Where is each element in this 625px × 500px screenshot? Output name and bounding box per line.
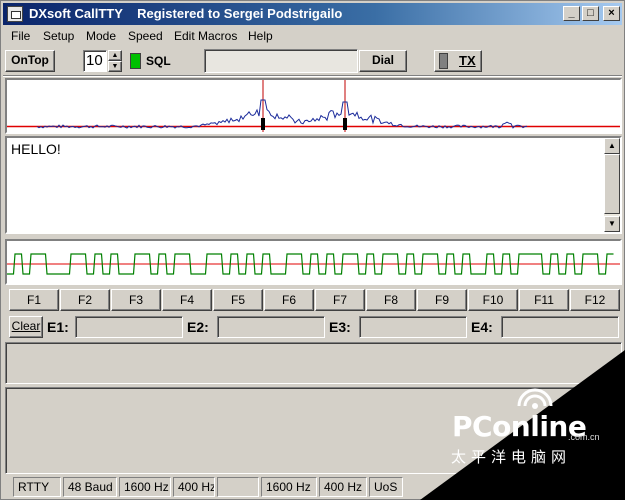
e3-label: E3: <box>329 319 351 335</box>
f12-button[interactable]: F12 <box>570 289 620 311</box>
menu-speed[interactable]: Speed <box>128 29 163 43</box>
status-empty <box>217 477 259 497</box>
f3-button[interactable]: F3 <box>111 289 161 311</box>
pconline-logo-icon <box>517 388 553 409</box>
scroll-thumb[interactable] <box>604 154 620 214</box>
e2-label: E2: <box>187 319 209 335</box>
status-baud: 48 Baud <box>63 477 117 497</box>
menu-bar: File Setup Mode Speed Edit Macros Help <box>3 26 622 46</box>
spectrum-trace <box>36 99 528 129</box>
f7-button[interactable]: F7 <box>315 289 365 311</box>
toolbar-divider <box>3 75 622 77</box>
receive-text: HELLO! <box>11 141 61 157</box>
receive-text-window[interactable]: HELLO! ▲ ▼ <box>5 136 622 234</box>
f6-button[interactable]: F6 <box>264 289 314 311</box>
menu-edit-macros[interactable]: Edit Macros <box>174 29 237 43</box>
transmit-buffer-upper[interactable] <box>5 342 622 384</box>
status-shift: 400 Hz <box>173 477 215 497</box>
squelch-level-field[interactable]: 10 <box>83 50 107 72</box>
status-mark-freq: 1600 Hz <box>119 477 171 497</box>
f10-button[interactable]: F10 <box>468 289 518 311</box>
app-icon[interactable] <box>7 6 23 22</box>
baseband-graph <box>7 253 620 275</box>
receive-scrollbar[interactable]: ▲ ▼ <box>604 138 620 232</box>
maximize-button[interactable]: □ <box>582 6 599 21</box>
status-uos: UoS <box>369 477 403 497</box>
f11-button[interactable]: F11 <box>519 289 569 311</box>
f4-button[interactable]: F4 <box>162 289 212 311</box>
call-display-field[interactable] <box>204 49 358 73</box>
tx-button[interactable]: TX <box>434 50 482 72</box>
e2-field[interactable] <box>217 316 325 338</box>
e1-label: E1: <box>47 319 69 335</box>
f5-button[interactable]: F5 <box>213 289 263 311</box>
mark-tick <box>261 118 265 130</box>
watermark-domain: .com.cn <box>568 432 600 442</box>
watermark-chinese: 太平洋电脑网 <box>451 448 572 466</box>
spectrum-display[interactable] <box>5 78 622 134</box>
spectrum-graph <box>7 80 620 132</box>
watermark-brand: PConline <box>452 410 587 443</box>
space-tick <box>343 118 347 130</box>
status-tx-mark-freq: 1600 Hz <box>261 477 317 497</box>
e3-field[interactable] <box>359 316 467 338</box>
f2-button[interactable]: F2 <box>60 289 110 311</box>
f9-button[interactable]: F9 <box>417 289 467 311</box>
clear-button[interactable]: Clear <box>9 316 43 338</box>
f8-button[interactable]: F8 <box>366 289 416 311</box>
e4-field[interactable] <box>501 316 619 338</box>
menu-file[interactable]: File <box>11 29 30 43</box>
f1-button[interactable]: F1 <box>9 289 59 311</box>
tx-indicator <box>439 53 448 69</box>
e1-field[interactable] <box>75 316 183 338</box>
squelch-up-button[interactable]: ▲ <box>108 50 122 61</box>
menu-mode[interactable]: Mode <box>86 29 116 43</box>
sql-toggle[interactable]: SQL <box>128 50 176 72</box>
menu-setup[interactable]: Setup <box>43 29 74 43</box>
tx-label: TX <box>459 53 476 68</box>
title-bar[interactable]: DXsoft CallTTY Registered to Sergei Pods… <box>3 3 622 25</box>
scroll-down-button[interactable]: ▼ <box>604 216 620 232</box>
close-button[interactable]: × <box>603 6 620 21</box>
ontop-button[interactable]: OnTop <box>5 50 55 72</box>
status-mode: RTTY <box>13 477 61 497</box>
sql-label: SQL <box>146 54 171 68</box>
window-title: DXsoft CallTTY Registered to Sergei Pods… <box>29 6 343 21</box>
sql-indicator <box>130 53 141 69</box>
status-tx-shift: 400 Hz <box>319 477 367 497</box>
e4-label: E4: <box>471 319 493 335</box>
scroll-up-button[interactable]: ▲ <box>604 138 620 154</box>
dial-button[interactable]: Dial <box>359 50 407 72</box>
squelch-down-button[interactable]: ▼ <box>108 61 122 72</box>
menu-help[interactable]: Help <box>248 29 273 43</box>
baseband-display <box>5 239 622 285</box>
minimize-button[interactable]: _ <box>563 6 580 21</box>
